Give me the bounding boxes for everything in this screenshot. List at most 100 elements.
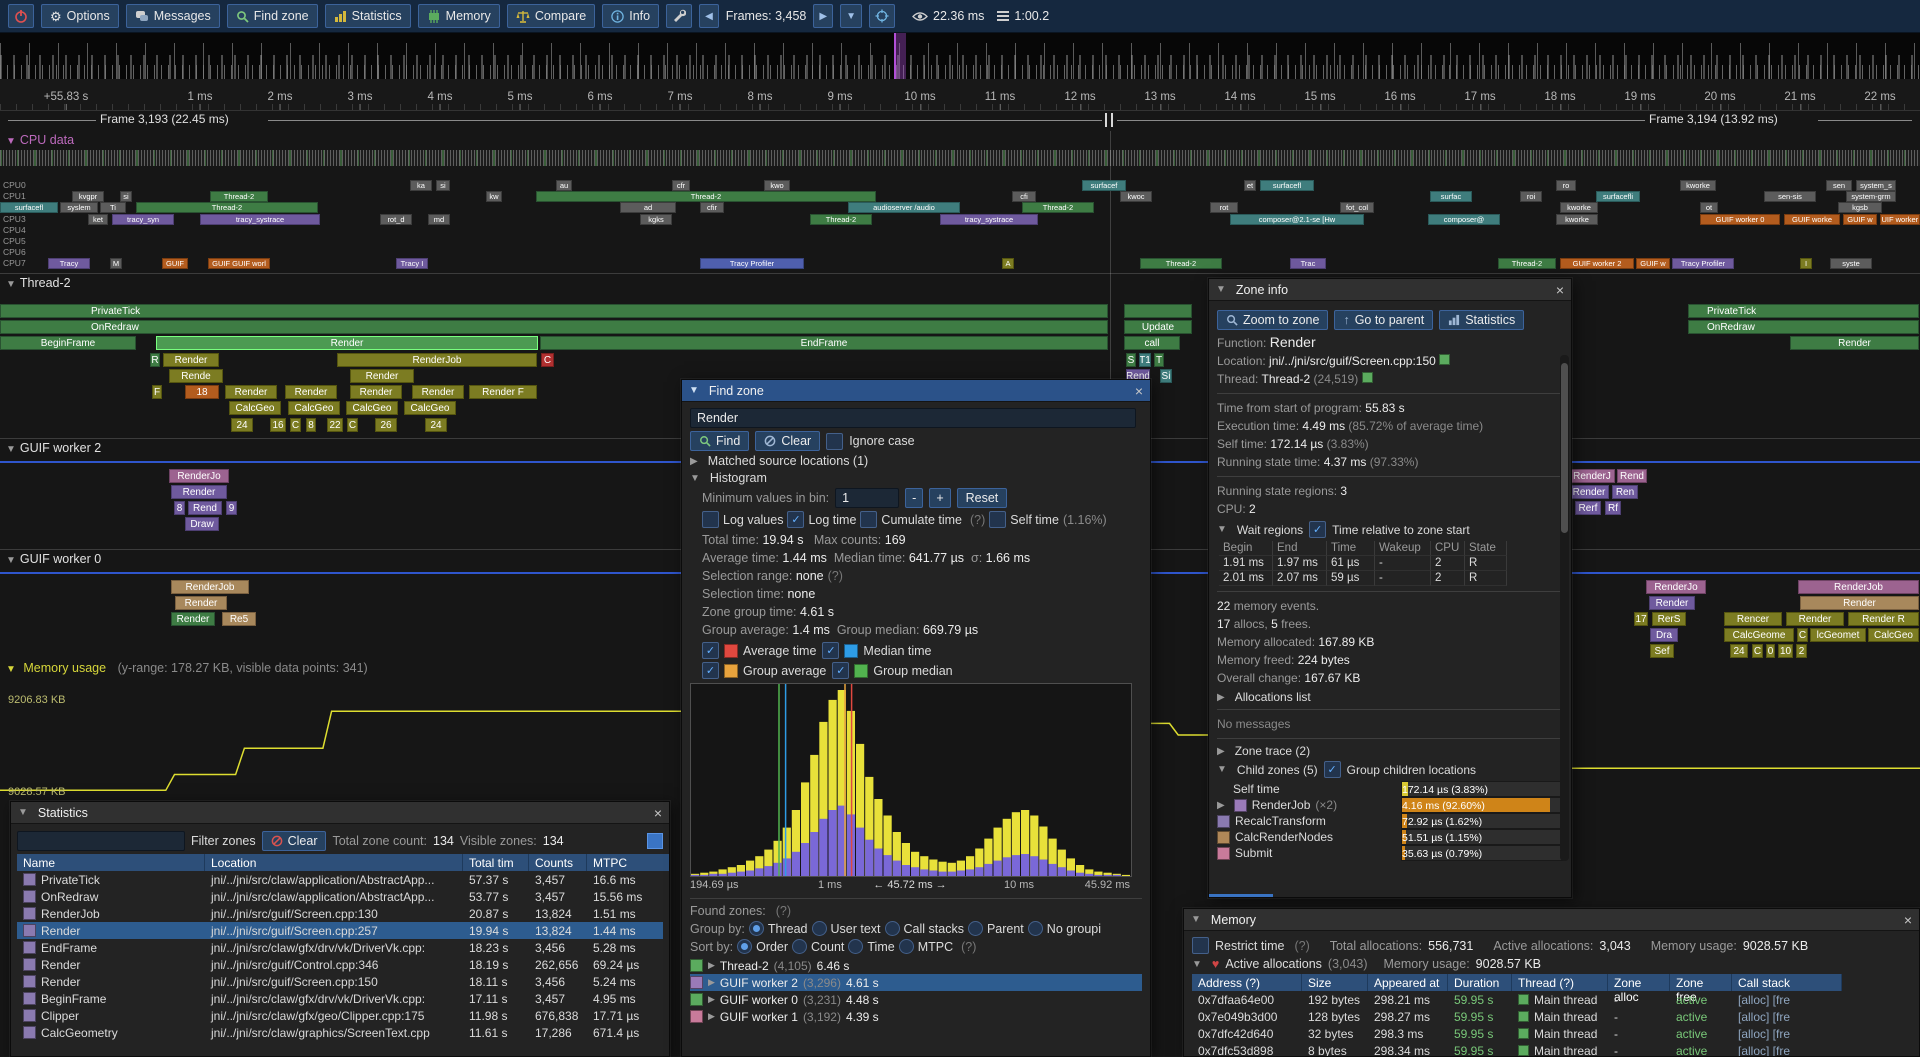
timeline-zone[interactable]: RenderJob — [337, 353, 537, 367]
close-icon[interactable]: × — [1135, 384, 1143, 398]
timeline-zone[interactable]: Thread-2 — [1498, 258, 1556, 269]
timeline-zone[interactable]: Thread-2 — [210, 191, 268, 202]
timeline-zone[interactable]: Render — [171, 485, 227, 499]
timeline-zone[interactable]: tracy_systrace — [940, 214, 1038, 225]
timeline-zone[interactable]: et — [1244, 180, 1256, 191]
column-header-zone-free[interactable]: Zone free — [1670, 974, 1732, 991]
timeline-zone[interactable]: F — [152, 385, 162, 399]
timeline-zone[interactable]: Render R — [1848, 612, 1919, 626]
timeline-zone[interactable]: kgsb — [1838, 202, 1882, 213]
timeline-zone[interactable]: RenderJob — [171, 580, 249, 594]
column-header-counts[interactable]: Counts — [529, 854, 587, 871]
timeline-zone[interactable]: Render — [1800, 596, 1919, 610]
timeline-zone[interactable]: Sef — [1650, 644, 1674, 658]
timeline-zone[interactable]: composer@ — [1428, 214, 1500, 225]
timeline-zone[interactable]: PrivateTick — [0, 304, 1108, 318]
timeline-zone[interactable]: Render — [285, 385, 337, 399]
group-children-checkbox[interactable]: ✓ — [1324, 761, 1341, 778]
found-zone-group[interactable]: ▶ GUIF worker 1 (3,192) 4.39 s — [690, 1008, 1142, 1025]
timeline-zone[interactable]: S — [1126, 353, 1136, 367]
column-header-total-time[interactable]: Total tim — [463, 854, 529, 871]
timeline-zone[interactable]: Render — [1786, 612, 1844, 626]
expand-icon[interactable]: ▶ — [1217, 746, 1225, 757]
timeline-zone[interactable]: Tracy — [48, 258, 90, 269]
timeline-zone[interactable]: CalcGeome — [1724, 628, 1794, 642]
guif-worker2-header[interactable]: ▼GUIF worker 2 — [6, 441, 101, 455]
timeline-zone[interactable]: R — [150, 353, 160, 367]
scrollbar-thumb[interactable] — [1561, 363, 1568, 533]
timeline-zone[interactable]: C — [347, 418, 358, 432]
timeline-zone[interactable]: tracy_syn — [112, 214, 174, 225]
zone-info-titlebar[interactable]: ▼ Zone info × — [1209, 279, 1571, 301]
ignore-case-checkbox[interactable] — [826, 433, 843, 450]
increment-button[interactable]: + — [929, 488, 950, 508]
find-button[interactable]: Find — [690, 431, 749, 451]
timeline-zone[interactable]: T1 — [1139, 353, 1151, 367]
timeline-zone[interactable]: Render — [1649, 596, 1695, 610]
column-header-duration[interactable]: Duration — [1448, 974, 1512, 991]
timeline-zone[interactable]: si — [436, 180, 450, 191]
timeline-zone[interactable]: Render — [225, 385, 277, 399]
timeline-zone[interactable]: rot_d — [380, 214, 412, 225]
group-by-option[interactable]: No groupi — [1028, 921, 1101, 936]
timeline-zone[interactable]: Tracy Profiler — [700, 258, 804, 269]
timeline-zone[interactable]: 24 — [425, 418, 447, 432]
timeline-zone[interactable]: kwoc — [1120, 191, 1152, 202]
timeline-zone[interactable]: 16 — [270, 418, 286, 432]
allocation-row[interactable]: 0x7dfc53d898 8 bytes 298.34 ms 59.95 s M… — [1192, 1042, 1911, 1057]
zone-trace-section[interactable]: Zone trace (2) — [1235, 744, 1310, 758]
allocation-row[interactable]: 0x7dfaa64e00 192 bytes 298.21 ms 59.95 s… — [1192, 991, 1911, 1008]
timeline-zone[interactable]: ka — [410, 180, 432, 191]
child-zone-row[interactable]: Self time 172.14 µs (3.83%) — [1217, 781, 1563, 797]
timeline-zone[interactable]: ket — [88, 214, 108, 225]
timeline-zone[interactable]: tracy_systrace — [200, 214, 320, 225]
timeline-zone[interactable]: Render — [156, 336, 538, 350]
timeline-zone[interactable]: C — [290, 418, 301, 432]
table-row[interactable]: Render jni/../jni/src/guif/Screen.cpp:25… — [17, 922, 663, 939]
timeline-zone[interactable]: kw — [486, 191, 502, 202]
timeline-zone[interactable]: 22 — [327, 418, 343, 432]
expand-icon[interactable]: ▶ — [1217, 800, 1225, 811]
timeline-zone[interactable]: Rend — [188, 501, 222, 515]
child-zone-row[interactable]: CalcRenderNodes 51.51 µs (1.15%) — [1217, 829, 1563, 845]
timeline-zone[interactable]: Trac — [1290, 258, 1326, 269]
active-allocations-section[interactable]: Active allocations — [1225, 957, 1322, 971]
group-by-option[interactable]: Thread — [749, 921, 808, 936]
wait-region-row[interactable]: 2.01 ms2.07 ms59 µs-2R — [1219, 571, 1563, 586]
timeline-zone[interactable]: system_s — [1856, 180, 1896, 191]
timeline-zone[interactable]: Tracy Profiler — [1672, 258, 1734, 269]
timeline-zone[interactable]: Rf — [1605, 501, 1621, 515]
timeline-zone[interactable]: GUIF worke — [1784, 214, 1840, 225]
find-zone-titlebar[interactable]: ▼ Find zone × — [682, 380, 1150, 402]
timeline-zone[interactable]: cfr — [672, 180, 690, 191]
timeline-zone[interactable]: 24 — [1730, 644, 1748, 658]
goto-frame-button[interactable]: ▼ — [840, 4, 862, 28]
legend-checkbox[interactable]: ✓ — [822, 642, 839, 659]
timeline-zone[interactable]: syste — [1830, 258, 1872, 269]
timeline-zone[interactable]: si — [120, 191, 132, 202]
memory-usage-header[interactable]: ▼ Memory usage (y-range: 178.27 KB, visi… — [6, 661, 368, 675]
timeline-zone[interactable]: I — [1800, 258, 1812, 269]
cpu-data-header[interactable]: ▼CPU data — [6, 133, 74, 147]
legend-checkbox[interactable]: ✓ — [832, 662, 849, 679]
thread2-header[interactable]: ▼Thread-2 — [6, 276, 71, 290]
column-header-thread[interactable]: Thread (?) — [1512, 974, 1608, 991]
sort-by-option[interactable]: MTPC — [899, 939, 953, 954]
wait-regions-section[interactable]: Wait regions — [1237, 523, 1303, 537]
timeline-zone[interactable]: Dra — [1650, 628, 1678, 642]
group-by-option[interactable]: User text — [812, 921, 881, 936]
timeline-zone[interactable]: 9 — [226, 501, 237, 515]
timeline-zone[interactable]: A — [1002, 258, 1014, 269]
accent-toggle[interactable] — [647, 833, 663, 849]
column-header-appeared[interactable]: Appeared at — [1368, 974, 1448, 991]
clear-filter-button[interactable]: Clear — [262, 831, 327, 851]
zoom-to-zone-button[interactable]: Zoom to zone — [1217, 310, 1328, 330]
sort-by-option[interactable]: Count — [792, 939, 844, 954]
allocations-list-section[interactable]: Allocations list — [1235, 690, 1311, 704]
found-zone-group[interactable]: ▶ GUIF worker 2 (3,296) 4.61 s — [690, 974, 1142, 991]
table-row[interactable]: Render jni/../jni/src/guif/Control.cpp:3… — [17, 956, 663, 973]
timeline-zone[interactable]: Si — [1160, 369, 1172, 383]
prev-frame-button[interactable]: ◀ — [699, 4, 719, 28]
alloc-call-stack[interactable]: [alloc] [fre — [1732, 1042, 1842, 1057]
statistics-button[interactable]: Statistics — [325, 4, 411, 28]
